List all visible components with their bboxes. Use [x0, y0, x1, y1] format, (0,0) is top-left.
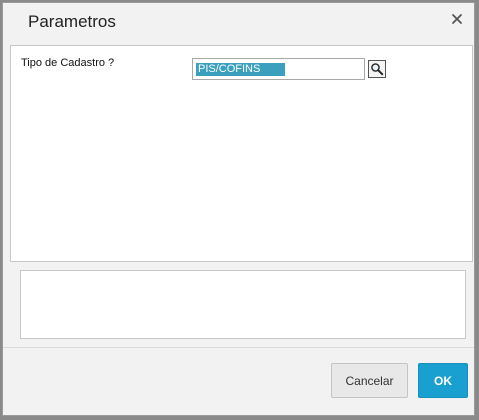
footer-divider	[3, 347, 474, 348]
search-icon	[371, 63, 384, 76]
tipo-cadastro-value: PIS/COFINS	[196, 63, 285, 76]
ok-button[interactable]: OK	[418, 363, 468, 398]
cancel-button[interactable]: Cancelar	[331, 363, 408, 398]
dialog-title: Parametros	[28, 12, 116, 31]
parameters-panel: Tipo de Cadastro ? PIS/COFINS	[10, 45, 473, 262]
help-text-box	[20, 270, 466, 339]
parameters-dialog: Parametros Tipo de Cadastro ? PIS/COFINS…	[2, 2, 475, 416]
tipo-cadastro-label: Tipo de Cadastro ?	[21, 57, 115, 69]
dialog-titlebar: Parametros	[3, 3, 474, 45]
close-icon[interactable]	[450, 12, 464, 26]
tipo-cadastro-input[interactable]: PIS/COFINS	[192, 58, 365, 80]
lookup-button[interactable]	[368, 60, 386, 78]
